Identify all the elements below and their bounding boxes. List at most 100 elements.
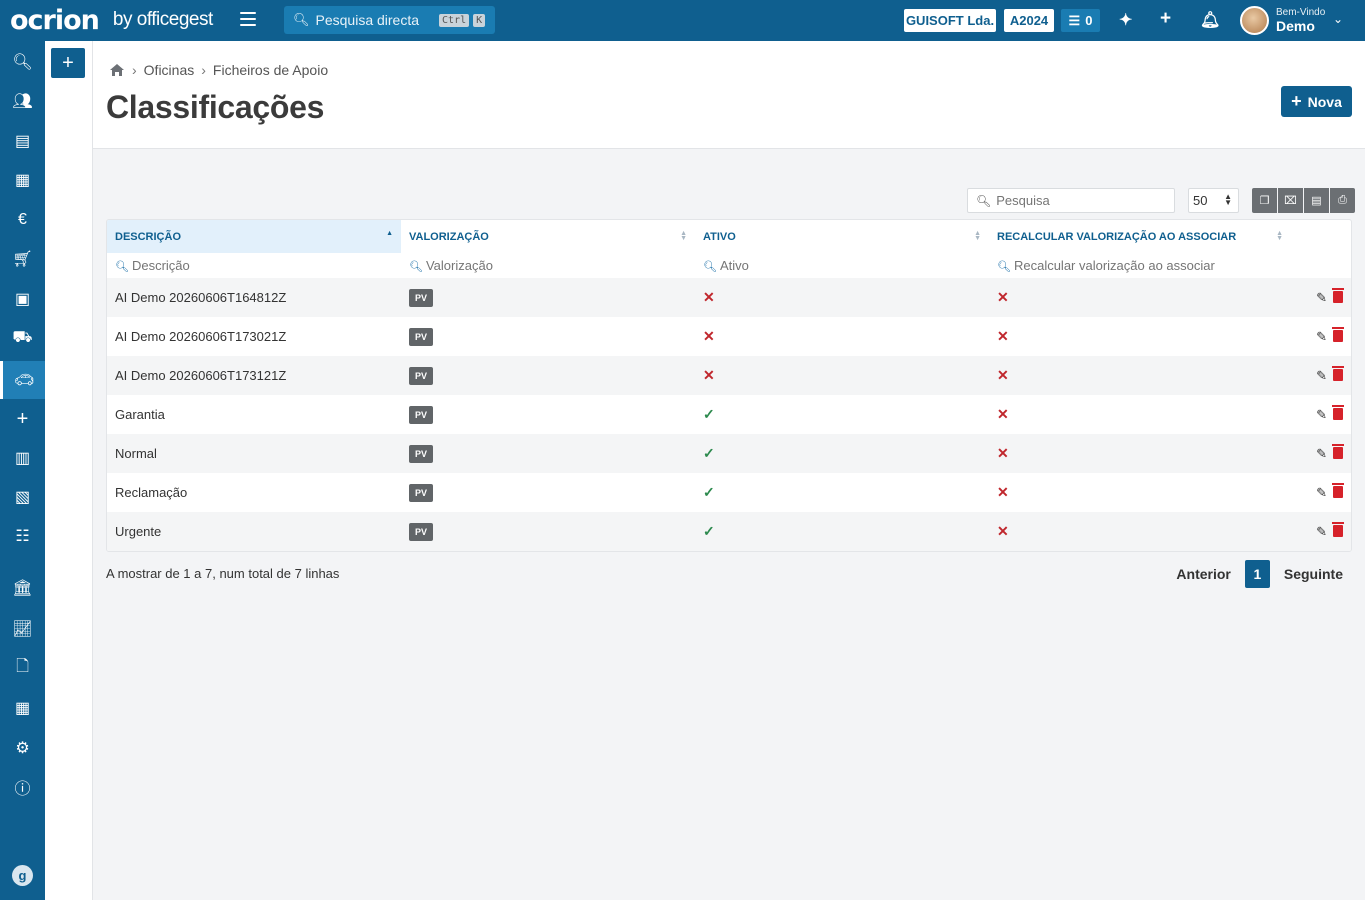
sidebar-box-icon[interactable]: ▧ [0, 478, 45, 516]
search-icon: 🔍︎ [976, 193, 992, 208]
cross-icon: ✕ [997, 523, 1009, 539]
sidebar-plus-icon[interactable]: + [0, 400, 45, 438]
edit-icon[interactable]: ✎ [1316, 329, 1327, 344]
table-row[interactable]: Reclamação PV ✓ ✕ ✎ [107, 473, 1351, 512]
column-header-valorizacao[interactable]: VALORIZAÇÃO ▲ ▼ [401, 220, 695, 253]
filter-ativo[interactable]: 🔍︎ [695, 253, 989, 278]
trash-icon[interactable] [1332, 521, 1344, 537]
quick-new-button[interactable]: + [51, 48, 85, 78]
edit-icon[interactable]: ✎ [1316, 290, 1327, 305]
actions-cell: ✎ [1291, 434, 1351, 473]
ativo-cell: ✓ [695, 512, 989, 551]
global-search-input[interactable]: 🔍︎ Pesquisa directa Ctrl K [284, 6, 495, 34]
chevron-down-icon[interactable]: ⌄ [1333, 12, 1343, 26]
sidebar-org-chart-icon[interactable]: ☷ [0, 517, 45, 555]
page-size-value: 50 [1193, 193, 1208, 208]
print-icon[interactable]: ⎙ [1330, 188, 1355, 213]
select-arrows-icon: ▲ ▼ [1224, 192, 1232, 207]
sidebar-book-icon[interactable]: ▤ [0, 122, 45, 160]
tasks-button[interactable]: ☰ 0 [1061, 9, 1100, 32]
page-title: Classificações [106, 89, 325, 125]
check-icon: ✓ [703, 523, 715, 539]
sidebar-car-icon[interactable]: 🚗︎ [0, 361, 45, 399]
trash-icon[interactable] [1332, 404, 1344, 420]
valorizacao-cell: PV [401, 434, 695, 473]
descricao-cell: Garantia [107, 395, 401, 434]
table-row[interactable]: AI Demo 20260606T173121Z PV ✕ ✕ ✎ [107, 356, 1351, 395]
sidebar-calculator-icon[interactable]: ▥ [0, 439, 45, 477]
sidebar-warehouse-icon[interactable]: ▦ [0, 161, 45, 199]
sidebar-vehicles-icon[interactable]: ⛟ [0, 319, 45, 357]
cross-icon: ✕ [703, 289, 715, 305]
officegest-icon[interactable]: g [12, 865, 33, 886]
cross-icon: ✕ [997, 406, 1009, 422]
filter-valorizacao[interactable]: 🔍︎ [401, 253, 695, 278]
pdf-icon[interactable]: ▤ [1304, 188, 1329, 213]
company-selector[interactable]: GUISOFT Lda. [904, 9, 996, 32]
sidebar-money-icon[interactable]: ▣ [0, 280, 45, 318]
table-row[interactable]: Garantia PV ✓ ✕ ✎ [107, 395, 1351, 434]
recalcular-cell: ✕ [989, 356, 1291, 395]
search-icon: 🔍︎ [115, 261, 129, 273]
valorizacao-cell: PV [401, 395, 695, 434]
cross-icon: ✕ [997, 367, 1009, 383]
trash-icon[interactable] [1332, 482, 1344, 498]
breadcrumb-ficheiros[interactable]: Ficheiros de Apoio [213, 62, 328, 78]
sidebar-table-icon[interactable]: ▦ [0, 689, 45, 727]
descricao-cell: Urgente [107, 512, 401, 551]
ai-sparkle-icon[interactable]: ✦ [1119, 10, 1132, 30]
edit-icon[interactable]: ✎ [1316, 368, 1327, 383]
edit-icon[interactable]: ✎ [1316, 485, 1327, 500]
valorizacao-badge: PV [409, 444, 434, 463]
column-header-recalcular[interactable]: RECALCULAR VALORIZAÇÃO AO ASSOCIAR ▲ ▼ [989, 220, 1291, 253]
user-menu[interactable]: Bem-Vindo Demo [1276, 8, 1325, 34]
avatar[interactable] [1240, 6, 1269, 35]
filter-recalcular[interactable]: 🔍︎ [989, 253, 1291, 278]
table-row[interactable]: AI Demo 20260606T173021Z PV ✕ ✕ ✎ [107, 317, 1351, 356]
trash-icon[interactable] [1332, 365, 1344, 381]
valorizacao-cell: PV [401, 317, 695, 356]
home-icon[interactable] [109, 63, 125, 77]
breadcrumb-oficinas[interactable]: Oficinas [144, 62, 195, 78]
column-header-descricao[interactable]: DESCRIÇÃO ▲ [107, 220, 401, 253]
pagination-next[interactable]: Seguinte [1284, 566, 1343, 582]
pagination-previous[interactable]: Anterior [1176, 566, 1230, 582]
check-icon: ✓ [703, 445, 715, 461]
table-search-field[interactable] [996, 193, 1167, 208]
table-row[interactable]: Normal PV ✓ ✕ ✎ [107, 434, 1351, 473]
year-selector[interactable]: A2024 [1004, 9, 1054, 32]
quick-add-icon[interactable]: + [1160, 8, 1171, 30]
filter-descricao[interactable]: 🔍︎ [107, 253, 401, 278]
pagination-page-1[interactable]: 1 [1244, 560, 1270, 588]
sidebar-users-icon[interactable]: 👥︎ [0, 82, 45, 120]
filter-descricao-input[interactable] [131, 258, 372, 273]
edit-icon[interactable]: ✎ [1316, 524, 1327, 539]
page-size-select[interactable]: 50 ▲ ▼ [1188, 188, 1239, 213]
filter-ativo-input[interactable] [719, 258, 960, 273]
edit-icon[interactable]: ✎ [1316, 446, 1327, 461]
sidebar-settings-icon[interactable]: ⚙︎ [0, 729, 45, 767]
trash-icon[interactable] [1332, 326, 1344, 342]
edit-icon[interactable]: ✎ [1316, 407, 1327, 422]
copy-icon[interactable]: ❐ [1252, 188, 1277, 213]
sidebar-analytics-icon[interactable]: 📈︎ [0, 610, 45, 648]
sidebar-document-icon[interactable]: 🗋︎ [0, 649, 45, 687]
sidebar-cart-icon[interactable]: 🛒︎ [0, 240, 45, 278]
table-row[interactable]: AI Demo 20260606T164812Z PV ✕ ✕ ✎ [107, 278, 1351, 317]
sidebar-bank-icon[interactable]: 🏛︎ [0, 569, 45, 607]
sidebar-help-icon[interactable]: ⓘ [0, 768, 45, 806]
column-header-ativo[interactable]: ATIVO ▲ ▼ [695, 220, 989, 253]
sidebar-euro-icon[interactable]: € [0, 201, 45, 239]
new-button[interactable]: + Nova [1281, 86, 1352, 117]
notifications-bell-icon[interactable]: 🔔︎ [1200, 10, 1220, 30]
trash-icon[interactable] [1332, 443, 1344, 459]
table-search-input[interactable]: 🔍︎ [967, 188, 1175, 213]
excel-icon[interactable]: ⌧ [1278, 188, 1303, 213]
filter-recalcular-input[interactable] [1013, 258, 1254, 273]
menu-toggle-icon[interactable] [240, 12, 256, 26]
filter-valorizacao-input[interactable] [425, 258, 666, 273]
table-row[interactable]: Urgente PV ✓ ✕ ✎ [107, 512, 1351, 551]
app-logo[interactable]: ocrion by officegest [10, 4, 213, 36]
trash-icon[interactable] [1332, 287, 1344, 303]
sidebar-search-icon[interactable]: 🔍︎ [0, 43, 45, 81]
